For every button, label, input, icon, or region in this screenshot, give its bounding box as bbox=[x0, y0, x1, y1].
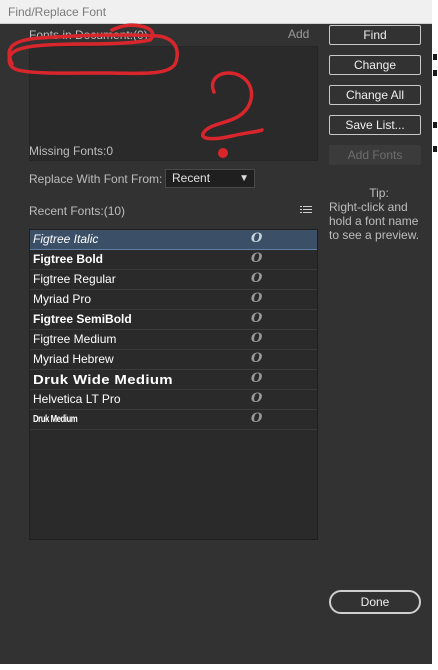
opentype-icon: O bbox=[251, 291, 263, 306]
recent-fonts-list[interactable]: Figtree Italic O Figtree Bold O Figtree … bbox=[29, 229, 318, 540]
list-item[interactable]: Druk Wide Medium O bbox=[30, 370, 317, 390]
list-item[interactable]: Figtree Medium O bbox=[30, 330, 317, 350]
tip-panel: Tip: Right-click and hold a font name to… bbox=[329, 186, 429, 242]
opentype-icon: O bbox=[251, 271, 263, 286]
change-button[interactable]: Change bbox=[329, 55, 421, 75]
opentype-icon: O bbox=[251, 391, 263, 406]
replace-source-select[interactable]: Recent ▼ bbox=[165, 169, 255, 188]
list-item[interactable]: Druk Medium O bbox=[30, 410, 317, 430]
tip-heading: Tip: bbox=[369, 186, 389, 200]
opentype-icon: O bbox=[251, 371, 263, 386]
list-item[interactable]: Myriad Pro O bbox=[30, 290, 317, 310]
fonts-in-document-label: Fonts in Document:(0) bbox=[29, 28, 148, 42]
list-view-icon[interactable] bbox=[300, 205, 312, 215]
opentype-icon: O bbox=[251, 411, 263, 426]
list-item[interactable]: Figtree Bold O bbox=[30, 250, 317, 270]
list-item[interactable]: Helvetica LT Pro O bbox=[30, 390, 317, 410]
add-link[interactable]: Add bbox=[288, 27, 309, 41]
tip-text: Right-click and hold a font name to see … bbox=[329, 200, 420, 242]
add-fonts-button[interactable]: Add Fonts bbox=[329, 145, 421, 165]
change-all-button[interactable]: Change All bbox=[329, 85, 421, 105]
opentype-icon: O bbox=[251, 251, 263, 266]
list-item[interactable]: Myriad Hebrew O bbox=[30, 350, 317, 370]
opentype-icon: O bbox=[251, 231, 263, 246]
opentype-icon: O bbox=[251, 311, 263, 326]
save-list-button[interactable]: Save List... bbox=[329, 115, 421, 135]
list-item[interactable]: Figtree SemiBold O bbox=[30, 310, 317, 330]
replace-with-label: Replace With Font From: bbox=[29, 172, 163, 186]
chevron-down-icon: ▼ bbox=[239, 173, 249, 184]
right-edge-strip bbox=[432, 0, 438, 670]
missing-fonts-label: Missing Fonts:0 bbox=[29, 144, 114, 158]
replace-source-value: Recent bbox=[172, 171, 211, 185]
opentype-icon: O bbox=[251, 331, 263, 346]
opentype-icon: O bbox=[251, 351, 263, 366]
list-item[interactable]: Figtree Regular O bbox=[30, 270, 317, 290]
find-button[interactable]: Find bbox=[329, 25, 421, 45]
bottom-edge-strip bbox=[0, 664, 438, 670]
list-item[interactable]: Figtree Italic O bbox=[30, 230, 317, 250]
recent-fonts-label: Recent Fonts:(10) bbox=[29, 204, 126, 218]
window-title: Find/Replace Font bbox=[0, 0, 432, 24]
done-button[interactable]: Done bbox=[329, 590, 421, 614]
